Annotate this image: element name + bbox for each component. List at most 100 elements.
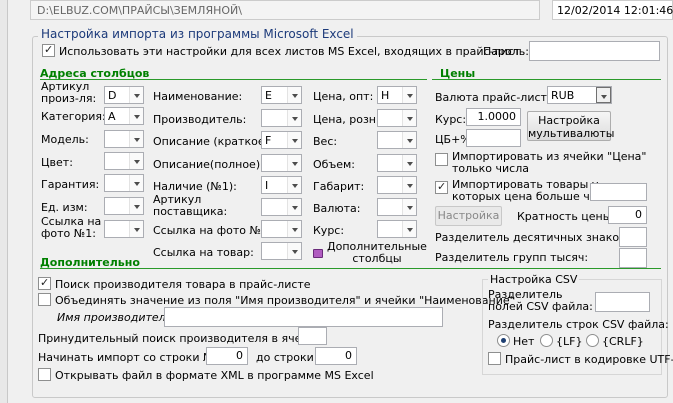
chevron-down-icon[interactable] — [596, 87, 611, 103]
force-search-label: Принудительный поиск производителя в яче… — [38, 332, 326, 345]
col1-combo-3[interactable] — [104, 152, 144, 170]
csv-radio-crlf[interactable] — [586, 334, 599, 347]
price-multiplicity-label: Кратность цены: — [517, 210, 616, 223]
import-price-greater-checkbox[interactable] — [435, 180, 448, 194]
col1-combo-5[interactable] — [104, 197, 144, 215]
datetime-field[interactable]: 12/02/2014 12:01:46 — [552, 0, 673, 20]
csv-radio-lf[interactable] — [540, 334, 553, 347]
col2-combo-6[interactable] — [261, 220, 302, 238]
chevron-down-icon[interactable] — [287, 110, 301, 126]
search-manufacturer-checkbox[interactable] — [38, 276, 51, 290]
rate-input[interactable]: 1.0000 — [466, 108, 521, 126]
currency-label: Валюта прайс-листа: — [435, 91, 558, 104]
col3-combo-3[interactable] — [377, 154, 417, 172]
merge-values-checkbox[interactable] — [38, 293, 51, 306]
setup-button[interactable]: Настройка — [435, 206, 502, 226]
force-search-input[interactable] — [298, 327, 327, 345]
chevron-down-icon[interactable] — [287, 132, 301, 148]
manufacturer-name-input[interactable] — [164, 307, 443, 327]
decimal-sep-label: Разделитель десятичных знаков: — [435, 231, 630, 244]
col2-combo-1[interactable] — [261, 109, 302, 127]
chevron-down-icon[interactable] — [129, 221, 143, 237]
col2-label-6: Ссылка на фото №2: — [153, 224, 272, 237]
price-greater-input[interactable] — [590, 183, 647, 201]
col3-combo-2[interactable] — [377, 131, 417, 149]
chevron-down-icon[interactable] — [402, 155, 416, 171]
csv-field-sep-input[interactable] — [595, 292, 650, 312]
csv-radio-lf-label: {LF} — [556, 335, 583, 348]
chevron-down-icon[interactable] — [287, 177, 301, 193]
col2-combo-0[interactable]: E — [261, 86, 302, 104]
chevron-down-icon[interactable] — [287, 87, 301, 103]
password-label: Пароль: — [483, 45, 529, 58]
col3-combo-1[interactable] — [377, 109, 417, 127]
password-input[interactable] — [529, 41, 660, 61]
chevron-down-icon[interactable] — [287, 243, 301, 259]
chevron-down-icon[interactable] — [287, 221, 301, 237]
col2-label-5-text: Артикул поставщика: — [153, 193, 228, 218]
group-sep-input[interactable] — [619, 248, 647, 268]
col1-combo-0[interactable]: D — [104, 86, 144, 104]
col2-combo-5[interactable] — [261, 198, 302, 216]
chevron-down-icon[interactable] — [402, 199, 416, 215]
chevron-down-icon[interactable] — [287, 155, 301, 171]
col1-label-0: Артикул произ-ля: — [41, 81, 96, 105]
chevron-down-icon[interactable] — [402, 132, 416, 148]
col1-combo-6[interactable] — [104, 220, 144, 238]
col1-label-0-text: Артикул произ-ля: — [41, 80, 97, 105]
setup-button-label: Настройка — [437, 209, 500, 222]
chevron-down-icon[interactable] — [287, 199, 301, 215]
chevron-down-icon[interactable] — [129, 175, 143, 191]
to-row-input[interactable]: 0 — [315, 347, 357, 365]
col2-combo-4[interactable]: I — [261, 176, 302, 194]
prices-header-line — [432, 79, 661, 80]
col3-label-3: Объем: — [313, 158, 355, 171]
start-row-input[interactable]: 0 — [206, 347, 248, 365]
col1-combo-2[interactable] — [104, 130, 144, 148]
import-numbers-only-checkbox[interactable] — [435, 153, 448, 166]
multicurrency-button[interactable]: Настройка мультивалюты — [527, 111, 615, 141]
currency-combo[interactable]: RUB — [547, 86, 612, 104]
col2-combo-4-value: I — [265, 179, 269, 192]
use-for-all-sheets-label: Использовать эти настройки для всех лист… — [59, 45, 521, 58]
col3-combo-4[interactable] — [377, 176, 417, 194]
chevron-down-icon[interactable] — [402, 110, 416, 126]
col2-combo-3[interactable] — [261, 154, 302, 172]
chevron-down-icon[interactable] — [402, 221, 416, 237]
price-multiplicity-input[interactable]: 0 — [608, 206, 647, 224]
utf8-checkbox[interactable] — [488, 352, 501, 365]
open-xml-checkbox[interactable] — [38, 368, 51, 381]
chevron-down-icon[interactable] — [129, 153, 143, 169]
chevron-down-icon[interactable] — [402, 87, 416, 103]
col1-combo-1[interactable]: A — [104, 107, 144, 125]
extra-header-line — [40, 268, 661, 269]
chevron-down-icon[interactable] — [129, 87, 143, 103]
extra-columns-icon[interactable] — [313, 249, 323, 258]
extra-columns-link[interactable]: Дополнительные столбцы — [327, 241, 427, 265]
chevron-down-icon[interactable] — [129, 108, 143, 124]
col3-combo-5[interactable] — [377, 198, 417, 216]
col2-combo-2[interactable]: F — [261, 131, 302, 149]
col3-label-4: Габарит: — [313, 180, 365, 193]
col2-label-3: Описание(полное): — [153, 158, 264, 171]
chevron-down-icon[interactable] — [129, 131, 143, 147]
col2-label-1: Производитель: — [153, 113, 247, 126]
chevron-down-icon[interactable] — [402, 177, 416, 193]
datetime-text: 12/02/2014 12:01:46 — [557, 4, 673, 17]
col1-label-6-text: Ссылка на фото №1: — [41, 215, 102, 240]
col3-label-2: Вес: — [313, 135, 338, 148]
use-for-all-sheets-checkbox[interactable] — [42, 43, 55, 57]
path-field[interactable]: D:\ELBUZ.COM\ПРАЙСЫ\ЗЕМЛЯНОЙ\ — [30, 0, 540, 20]
csv-radio-none[interactable] — [497, 334, 510, 347]
col1-combo-1-value: A — [108, 110, 116, 123]
col3-combo-6[interactable] — [377, 220, 417, 238]
col3-combo-0[interactable]: H — [377, 86, 417, 104]
col2-combo-7[interactable] — [261, 242, 302, 260]
search-manufacturer-label: Поиск производителя товара в прайс-листе — [55, 278, 311, 291]
csv-row-sep-label: Разделитель строк CSV файла: — [488, 318, 669, 331]
col1-combo-4[interactable] — [104, 174, 144, 192]
col3-label-1: Цена, розн.: — [313, 113, 384, 126]
decimal-sep-input[interactable] — [619, 227, 647, 247]
cb-input[interactable] — [466, 129, 521, 147]
chevron-down-icon[interactable] — [129, 198, 143, 214]
